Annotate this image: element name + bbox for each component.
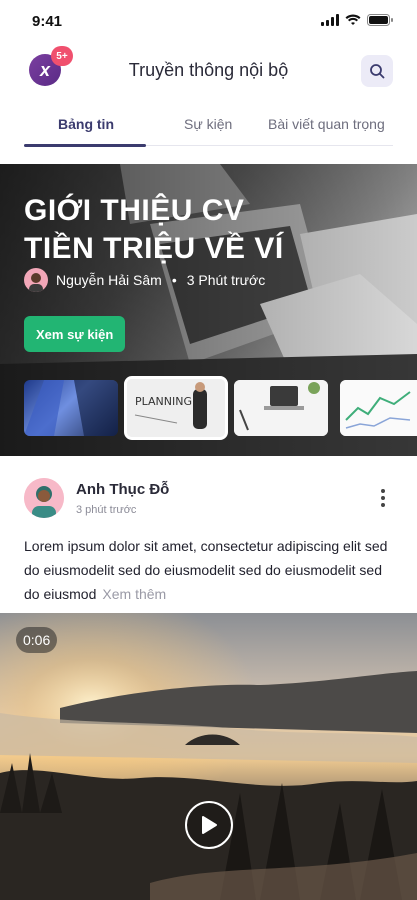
page-title: Truyền thông nội bộ bbox=[128, 60, 289, 80]
thumbnail-building[interactable] bbox=[24, 380, 118, 436]
status-bar: 9:41 bbox=[0, 0, 417, 44]
view-event-button[interactable]: Xem sự kiện bbox=[24, 316, 126, 352]
hero-title-line-1: GIỚI THIỆU CV bbox=[24, 194, 245, 227]
hero-time: 3 Phút trước bbox=[186, 272, 266, 288]
hero-title-line-2: TIỀN TRIỆU VỀ VÍ bbox=[24, 232, 284, 265]
thumbnail-charts[interactable] bbox=[340, 380, 417, 436]
video-thumbnail bbox=[0, 613, 417, 900]
hero-author: Nguyễn Hải Sâm bbox=[56, 272, 162, 288]
author-avatar bbox=[24, 268, 48, 292]
meta-separator: • bbox=[171, 272, 177, 288]
post-author-avatar[interactable] bbox=[24, 478, 64, 518]
thumbnail-planning[interactable]: PLANNING bbox=[124, 376, 228, 440]
tab-bar: Bảng tin Sự kiện Bài viết quan trọng bbox=[24, 106, 393, 147]
thumbnail-strip: PLANNING bbox=[24, 376, 417, 440]
app-header: x 5+ Truyền thông nội bộ bbox=[0, 46, 417, 94]
status-time: 9:41 bbox=[32, 13, 63, 30]
post-author-name[interactable]: Anh Thục Đỗ bbox=[76, 481, 169, 498]
post-body: Lorem ipsum dolor sit amet, consectetur … bbox=[24, 534, 396, 606]
hero-title: GIỚI THIỆU CV TIỀN TRIỆU VỀ VÍ bbox=[24, 192, 324, 268]
thumbnail-laptop-desk[interactable] bbox=[234, 380, 328, 436]
signal-icon bbox=[321, 14, 339, 26]
play-icon bbox=[202, 816, 217, 834]
post-timestamp: 3 phút trước bbox=[76, 504, 137, 516]
tab-events[interactable]: Sự kiện bbox=[184, 116, 232, 132]
more-vertical-icon[interactable] bbox=[375, 486, 391, 510]
post-header: Anh Thục Đỗ 3 phút trước bbox=[24, 476, 393, 524]
status-icons bbox=[321, 14, 393, 26]
hero-meta: Nguyễn Hải Sâm • 3 Phút trước bbox=[24, 268, 265, 292]
tab-important-posts[interactable]: Bài viết quan trọng bbox=[268, 116, 385, 132]
post-text: Lorem ipsum dolor sit amet, consectetur … bbox=[24, 538, 388, 602]
search-button[interactable] bbox=[361, 55, 393, 87]
hero-banner[interactable]: GIỚI THIỆU CV TIỀN TRIỆU VỀ VÍ Nguyễn Hả… bbox=[0, 164, 417, 456]
video-duration: 0:06 bbox=[16, 627, 58, 653]
wifi-icon bbox=[345, 14, 361, 25]
battery-icon bbox=[367, 14, 393, 26]
svg-text:PLANNING: PLANNING bbox=[135, 395, 192, 408]
video-player[interactable]: 0:06 bbox=[0, 613, 417, 900]
play-button[interactable] bbox=[185, 801, 233, 849]
tab-newsfeed[interactable]: Bảng tin bbox=[58, 116, 114, 132]
see-more-link[interactable]: Xem thêm bbox=[102, 586, 166, 602]
active-tab-indicator bbox=[24, 144, 146, 147]
search-icon bbox=[370, 64, 385, 79]
